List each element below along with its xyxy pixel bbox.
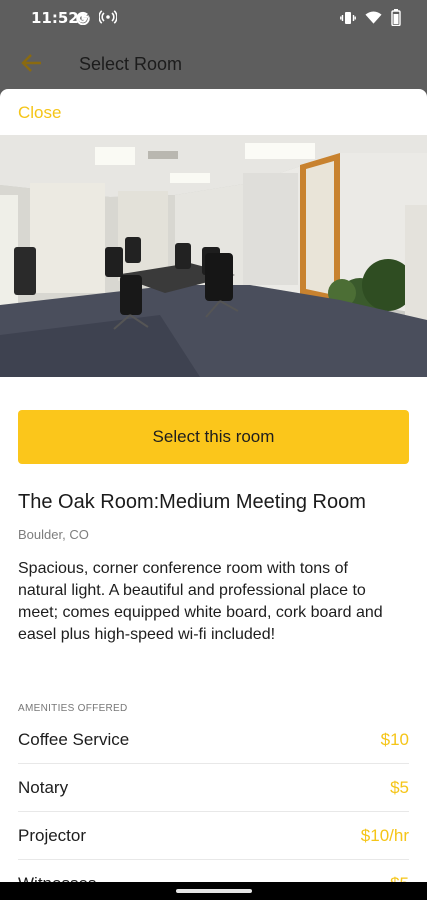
room-description: Spacious, corner conference room with to… [18, 560, 383, 643]
amenity-price: $5 [390, 778, 409, 797]
wifi-icon [365, 11, 382, 24]
amenity-name: Witnesses [18, 874, 96, 882]
room-name: The Oak Room:Medium Meeting Room [18, 491, 366, 513]
amenity-row-notary[interactable]: Notary $5 [18, 764, 409, 812]
select-room-button[interactable]: Select this room [18, 410, 409, 464]
room-photo-illustration [0, 135, 427, 377]
amenities-list: Coffee Service $10 Notary $5 Projector $… [0, 716, 427, 882]
amenities-heading: AMENITIES OFFERED [18, 703, 128, 714]
status-time: 11:52 [31, 9, 79, 27]
app-bar: Select Room [0, 36, 427, 90]
close-button[interactable]: Close [18, 103, 61, 123]
room-location: Boulder, CO [18, 527, 89, 542]
amenity-price: $10 [380, 730, 409, 749]
system-nav-bar [0, 882, 427, 900]
amenity-name: Projector [18, 826, 87, 845]
amenity-price: $5 [390, 874, 409, 882]
status-right-icons [340, 9, 401, 26]
vibrate-icon [340, 11, 356, 24]
google-g-icon [76, 11, 90, 25]
battery-icon [391, 9, 401, 26]
amenity-name: Coffee Service [18, 730, 130, 749]
arrow-left-icon[interactable] [19, 51, 45, 75]
amenity-name: Notary [18, 778, 69, 797]
page-title: Select Room [79, 54, 183, 74]
room-photo [0, 135, 427, 377]
amenity-row-projector[interactable]: Projector $10/hr [18, 812, 409, 860]
cast-icon [99, 9, 117, 24]
amenity-row-witnesses[interactable]: Witnesses $5 [18, 860, 409, 882]
home-gesture-handle[interactable] [176, 889, 252, 893]
room-detail-sheet: Close Select this room The Oak Room:Medi… [0, 89, 427, 882]
amenity-row-coffee-service[interactable]: Coffee Service $10 [18, 716, 409, 764]
amenity-price: $10/hr [360, 826, 409, 845]
status-bar: 11:52 [0, 0, 427, 36]
status-left-icons [74, 8, 117, 25]
